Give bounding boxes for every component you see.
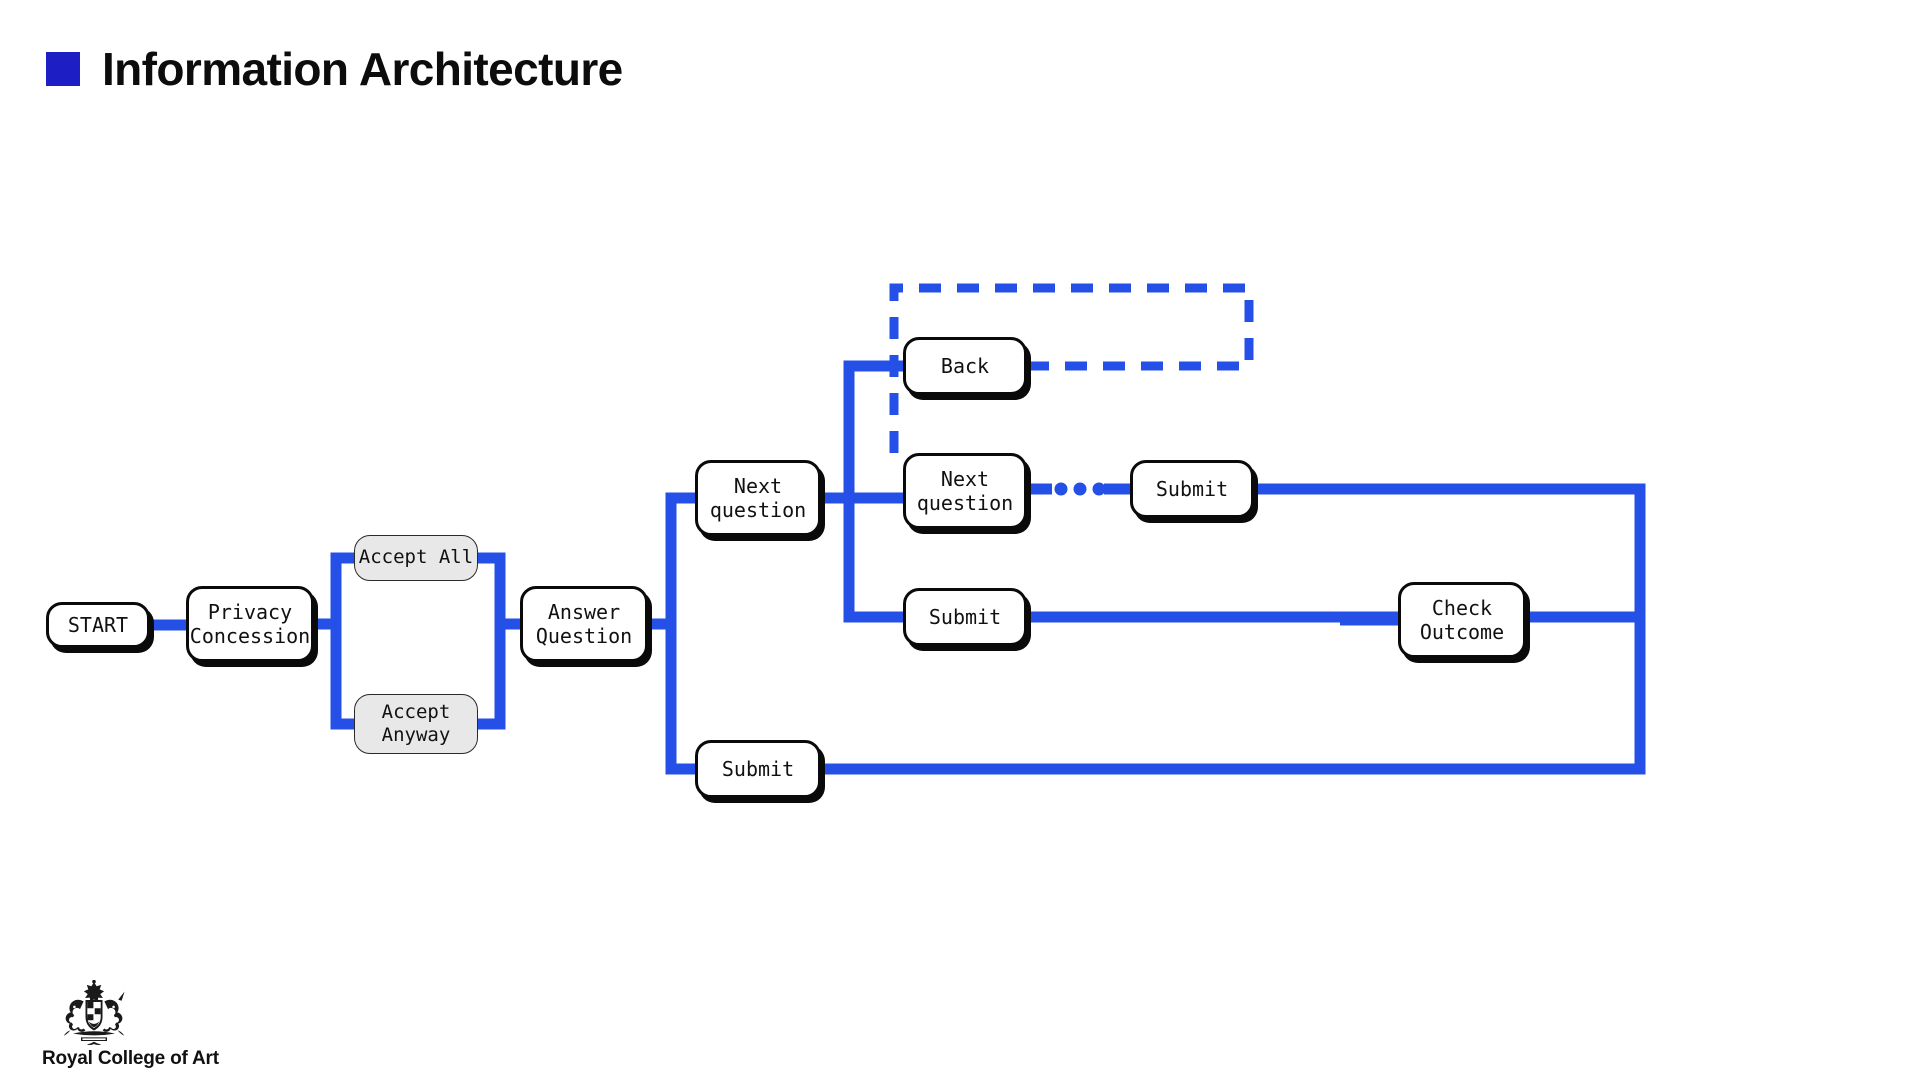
edge-privacy-to-accept-anyway xyxy=(330,624,354,730)
edge-privacy-to-accept-all xyxy=(330,552,354,624)
node-next-question-1[interactable]: Next question xyxy=(695,460,821,536)
repeat-ellipsis-dots xyxy=(1054,482,1106,496)
royal-college-of-art-crest-icon xyxy=(63,980,125,1046)
edge-accept-anyway-to-merge xyxy=(478,624,506,730)
node-accept-all[interactable]: Accept All xyxy=(354,535,478,581)
repeat-dot xyxy=(1054,482,1068,496)
edge-accept-all-to-merge xyxy=(478,552,506,624)
repeat-dot xyxy=(1073,482,1087,496)
node-accept-anyway[interactable]: Accept Anyway xyxy=(354,694,478,754)
node-check-outcome[interactable]: Check Outcome xyxy=(1398,582,1526,658)
node-submit-top[interactable]: Submit xyxy=(1130,460,1254,518)
node-start[interactable]: START xyxy=(46,602,150,648)
edge-answer-to-submit-bottom xyxy=(665,624,695,775)
node-answer-question[interactable]: Answer Question xyxy=(520,586,648,662)
information-architecture-flowchart: START Privacy Concession Accept All Acce… xyxy=(0,0,1920,1080)
flowchart-connectors xyxy=(150,283,1646,775)
node-back[interactable]: Back xyxy=(903,337,1027,395)
node-next-question-2[interactable]: Next question xyxy=(903,453,1027,529)
node-submit-middle[interactable]: Submit xyxy=(903,588,1027,646)
repeat-dot xyxy=(1092,482,1106,496)
node-submit-bottom[interactable]: Submit xyxy=(695,740,821,798)
edge-answer-to-next-question xyxy=(665,492,695,624)
edge-next-to-submit-mid xyxy=(843,498,903,623)
node-privacy-concession[interactable]: Privacy Concession xyxy=(186,586,314,662)
organisation-name: Royal College of Art xyxy=(42,1048,219,1069)
organisation-logo: Royal College of Art xyxy=(42,980,272,1070)
